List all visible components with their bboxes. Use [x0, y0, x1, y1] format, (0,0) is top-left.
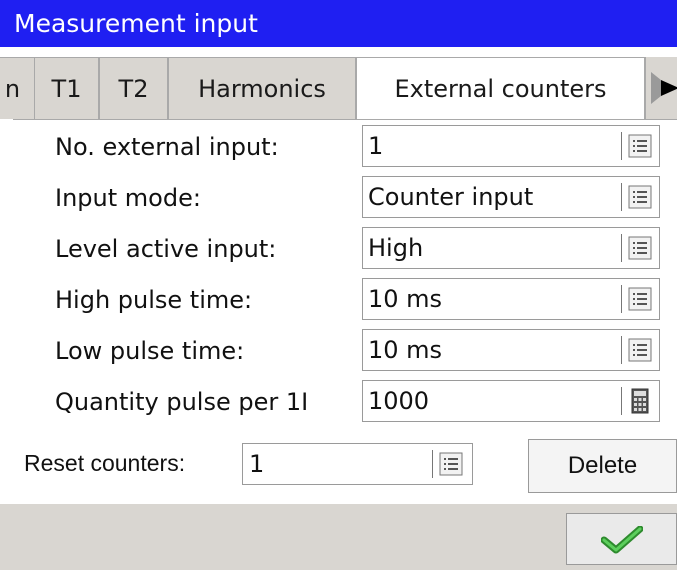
- list-icon[interactable]: [627, 184, 653, 210]
- tab-harmonics[interactable]: Harmonics: [168, 57, 356, 119]
- high-pulse-time-select[interactable]: 10 ms: [362, 278, 660, 320]
- field-value: High: [368, 234, 424, 262]
- row-label-quantity-pulse: Quantity pulse per 1I: [55, 388, 309, 416]
- list-icon[interactable]: [627, 235, 653, 261]
- input-mode-select[interactable]: Counter input: [362, 176, 660, 218]
- tab-t2[interactable]: T2: [99, 57, 168, 119]
- low-pulse-time-select[interactable]: 10 ms: [362, 329, 660, 371]
- tab-t1[interactable]: T1: [34, 57, 99, 119]
- field-value: 1: [368, 132, 384, 160]
- row-label-input-mode: Input mode:: [55, 184, 201, 212]
- row-label-no-external-input: No. external input:: [55, 133, 279, 161]
- window-title: Measurement input: [0, 0, 677, 47]
- divider: [621, 336, 622, 364]
- calculator-icon[interactable]: [627, 388, 653, 414]
- tab-scroll-right-arrow[interactable]: [645, 57, 677, 119]
- divider: [621, 234, 622, 262]
- row-label-level-active-input: Level active input:: [55, 235, 277, 263]
- field-value: 1: [249, 450, 265, 478]
- field-value: 10 ms: [368, 285, 443, 313]
- field-value: 10 ms: [368, 336, 443, 364]
- list-icon[interactable]: [627, 133, 653, 159]
- quantity-pulse-input[interactable]: 1000: [362, 380, 660, 422]
- reset-counters-label: Reset counters:: [24, 450, 186, 476]
- delete-button[interactable]: Delete: [528, 439, 677, 493]
- row-label-high-pulse-time: High pulse time:: [55, 286, 253, 314]
- tab-bar: n T1 T2 Harmonics External counters: [0, 57, 677, 120]
- divider: [621, 132, 622, 160]
- level-active-input-select[interactable]: High: [362, 227, 660, 269]
- chevron-right-icon: [651, 72, 677, 104]
- ok-button[interactable]: [566, 513, 677, 565]
- no-external-input-select[interactable]: 1: [362, 125, 660, 167]
- checkmark-icon: [601, 526, 643, 554]
- list-icon[interactable]: [627, 337, 653, 363]
- field-value: Counter input: [368, 183, 534, 211]
- reset-counters-select[interactable]: 1: [242, 443, 473, 485]
- divider: [432, 450, 433, 478]
- tab-partial[interactable]: n: [0, 57, 35, 119]
- tab-external-counters[interactable]: External counters: [356, 57, 645, 120]
- divider: [621, 387, 622, 415]
- divider: [621, 183, 622, 211]
- field-value: 1000: [368, 387, 430, 415]
- divider: [621, 285, 622, 313]
- list-icon[interactable]: [438, 451, 464, 477]
- row-label-low-pulse-time: Low pulse time:: [55, 337, 245, 365]
- list-icon[interactable]: [627, 286, 653, 312]
